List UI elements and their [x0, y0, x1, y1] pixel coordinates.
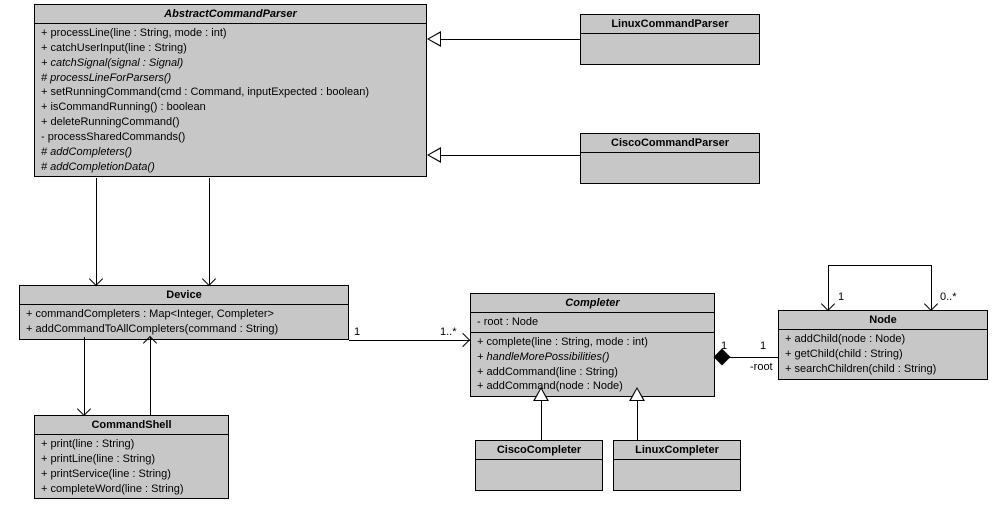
gen-arrow-icon	[629, 387, 645, 401]
gen-arrow-icon	[427, 31, 441, 47]
class-members	[614, 460, 740, 490]
class-members: + addChild(node : Node) + getChild(child…	[779, 330, 987, 379]
arrow-icon	[77, 402, 91, 416]
class-title: LinuxCommandParser	[581, 15, 759, 34]
gen-linux-completer	[637, 400, 638, 440]
class-title: Node	[779, 311, 987, 330]
class-device: Device + commandCompleters : Map<Integer…	[19, 285, 349, 340]
class-members: + commandCompleters : Map<Integer, Compl…	[20, 305, 348, 339]
member: + catchSignal(signal : Signal)	[41, 56, 420, 71]
class-members: + processLine(line : String, mode : int)…	[35, 24, 426, 176]
member: + setRunningCommand(cmd : Command, input…	[41, 85, 420, 100]
member: + deleteRunningCommand()	[41, 115, 420, 130]
role-label: -root	[750, 361, 773, 373]
member: # addCompleters()	[41, 145, 420, 160]
multiplicity-label: 0..*	[940, 291, 957, 303]
member: + addCommand(node : Node)	[477, 379, 708, 394]
class-title: Device	[20, 286, 348, 305]
class-members	[581, 34, 759, 64]
gen-cisco-parser	[441, 155, 580, 156]
member: + handleMorePossibilities()	[477, 350, 708, 365]
member: + printLine(line : String)	[41, 452, 222, 467]
class-title: Completer	[471, 294, 714, 313]
class-title: CommandShell	[35, 416, 228, 435]
gen-cisco-completer	[541, 400, 542, 440]
arrow-icon	[89, 272, 103, 286]
multiplicity-label: 1	[760, 340, 766, 352]
class-abstractcommandparser: AbstractCommandParser + processLine(line…	[34, 4, 427, 177]
member: + processLine(line : String, mode : int)	[41, 26, 420, 41]
class-title: CiscoCommandParser	[581, 134, 759, 153]
member: + addChild(node : Node)	[785, 332, 981, 347]
class-members	[476, 460, 602, 490]
arrow-icon	[821, 297, 835, 311]
assoc-node-self	[828, 265, 931, 266]
class-linuxcommandparser: LinuxCommandParser	[580, 14, 760, 65]
member: # processLineForParsers()	[41, 71, 420, 86]
member: + isCommandRunning() : boolean	[41, 100, 420, 115]
multiplicity-label: 1	[721, 340, 727, 352]
class-node: Node + addChild(node : Node) + getChild(…	[778, 310, 988, 380]
class-ciscocommandparser: CiscoCommandParser	[580, 133, 760, 184]
multiplicity-label: 1	[354, 326, 360, 338]
multiplicity-label: 1..*	[440, 326, 457, 338]
member: + getChild(child : String)	[785, 347, 981, 362]
class-linuxcompleter: LinuxCompleter	[613, 440, 741, 491]
member: # addCompletionData()	[41, 160, 420, 175]
member: + complete(line : String, mode : int)	[477, 335, 708, 350]
class-title: AbstractCommandParser	[35, 5, 426, 24]
class-commandshell: CommandShell + print(line : String) + pr…	[34, 415, 229, 499]
section-separator	[471, 332, 714, 333]
class-title: CiscoCompleter	[476, 441, 602, 460]
class-ciscocompleter: CiscoCompleter	[475, 440, 603, 491]
arrow-icon	[924, 297, 938, 311]
class-members: - root : Node + complete(line : String, …	[471, 313, 714, 396]
member: + addCommandToAllCompleters(command : St…	[26, 322, 342, 337]
assoc-parser-device	[96, 178, 97, 285]
gen-linux-parser	[441, 39, 580, 40]
class-completer: Completer - root : Node + complete(line …	[470, 293, 715, 397]
member: + catchUserInput(line : String)	[41, 41, 420, 56]
member: - processSharedCommands()	[41, 130, 420, 145]
member: + commandCompleters : Map<Integer, Compl…	[26, 307, 342, 322]
gen-arrow-icon	[533, 387, 549, 401]
member: - root : Node	[477, 315, 708, 330]
arrow-icon	[456, 333, 470, 347]
member: + searchChildren(child : String)	[785, 362, 981, 377]
assoc-parser-device-b	[209, 178, 210, 285]
class-title: LinuxCompleter	[614, 441, 740, 460]
comp-completer-node	[726, 357, 778, 358]
member: + printService(line : String)	[41, 467, 222, 482]
member: + completeWord(line : String)	[41, 482, 222, 497]
member: + print(line : String)	[41, 437, 222, 452]
gen-arrow-icon	[427, 147, 441, 163]
arrow-icon	[202, 272, 216, 286]
class-members	[581, 153, 759, 183]
class-members: + print(line : String) + printLine(line …	[35, 435, 228, 498]
multiplicity-label: 1	[838, 291, 844, 303]
assoc-device-completer	[349, 340, 470, 341]
member: + addCommand(line : String)	[477, 365, 708, 380]
